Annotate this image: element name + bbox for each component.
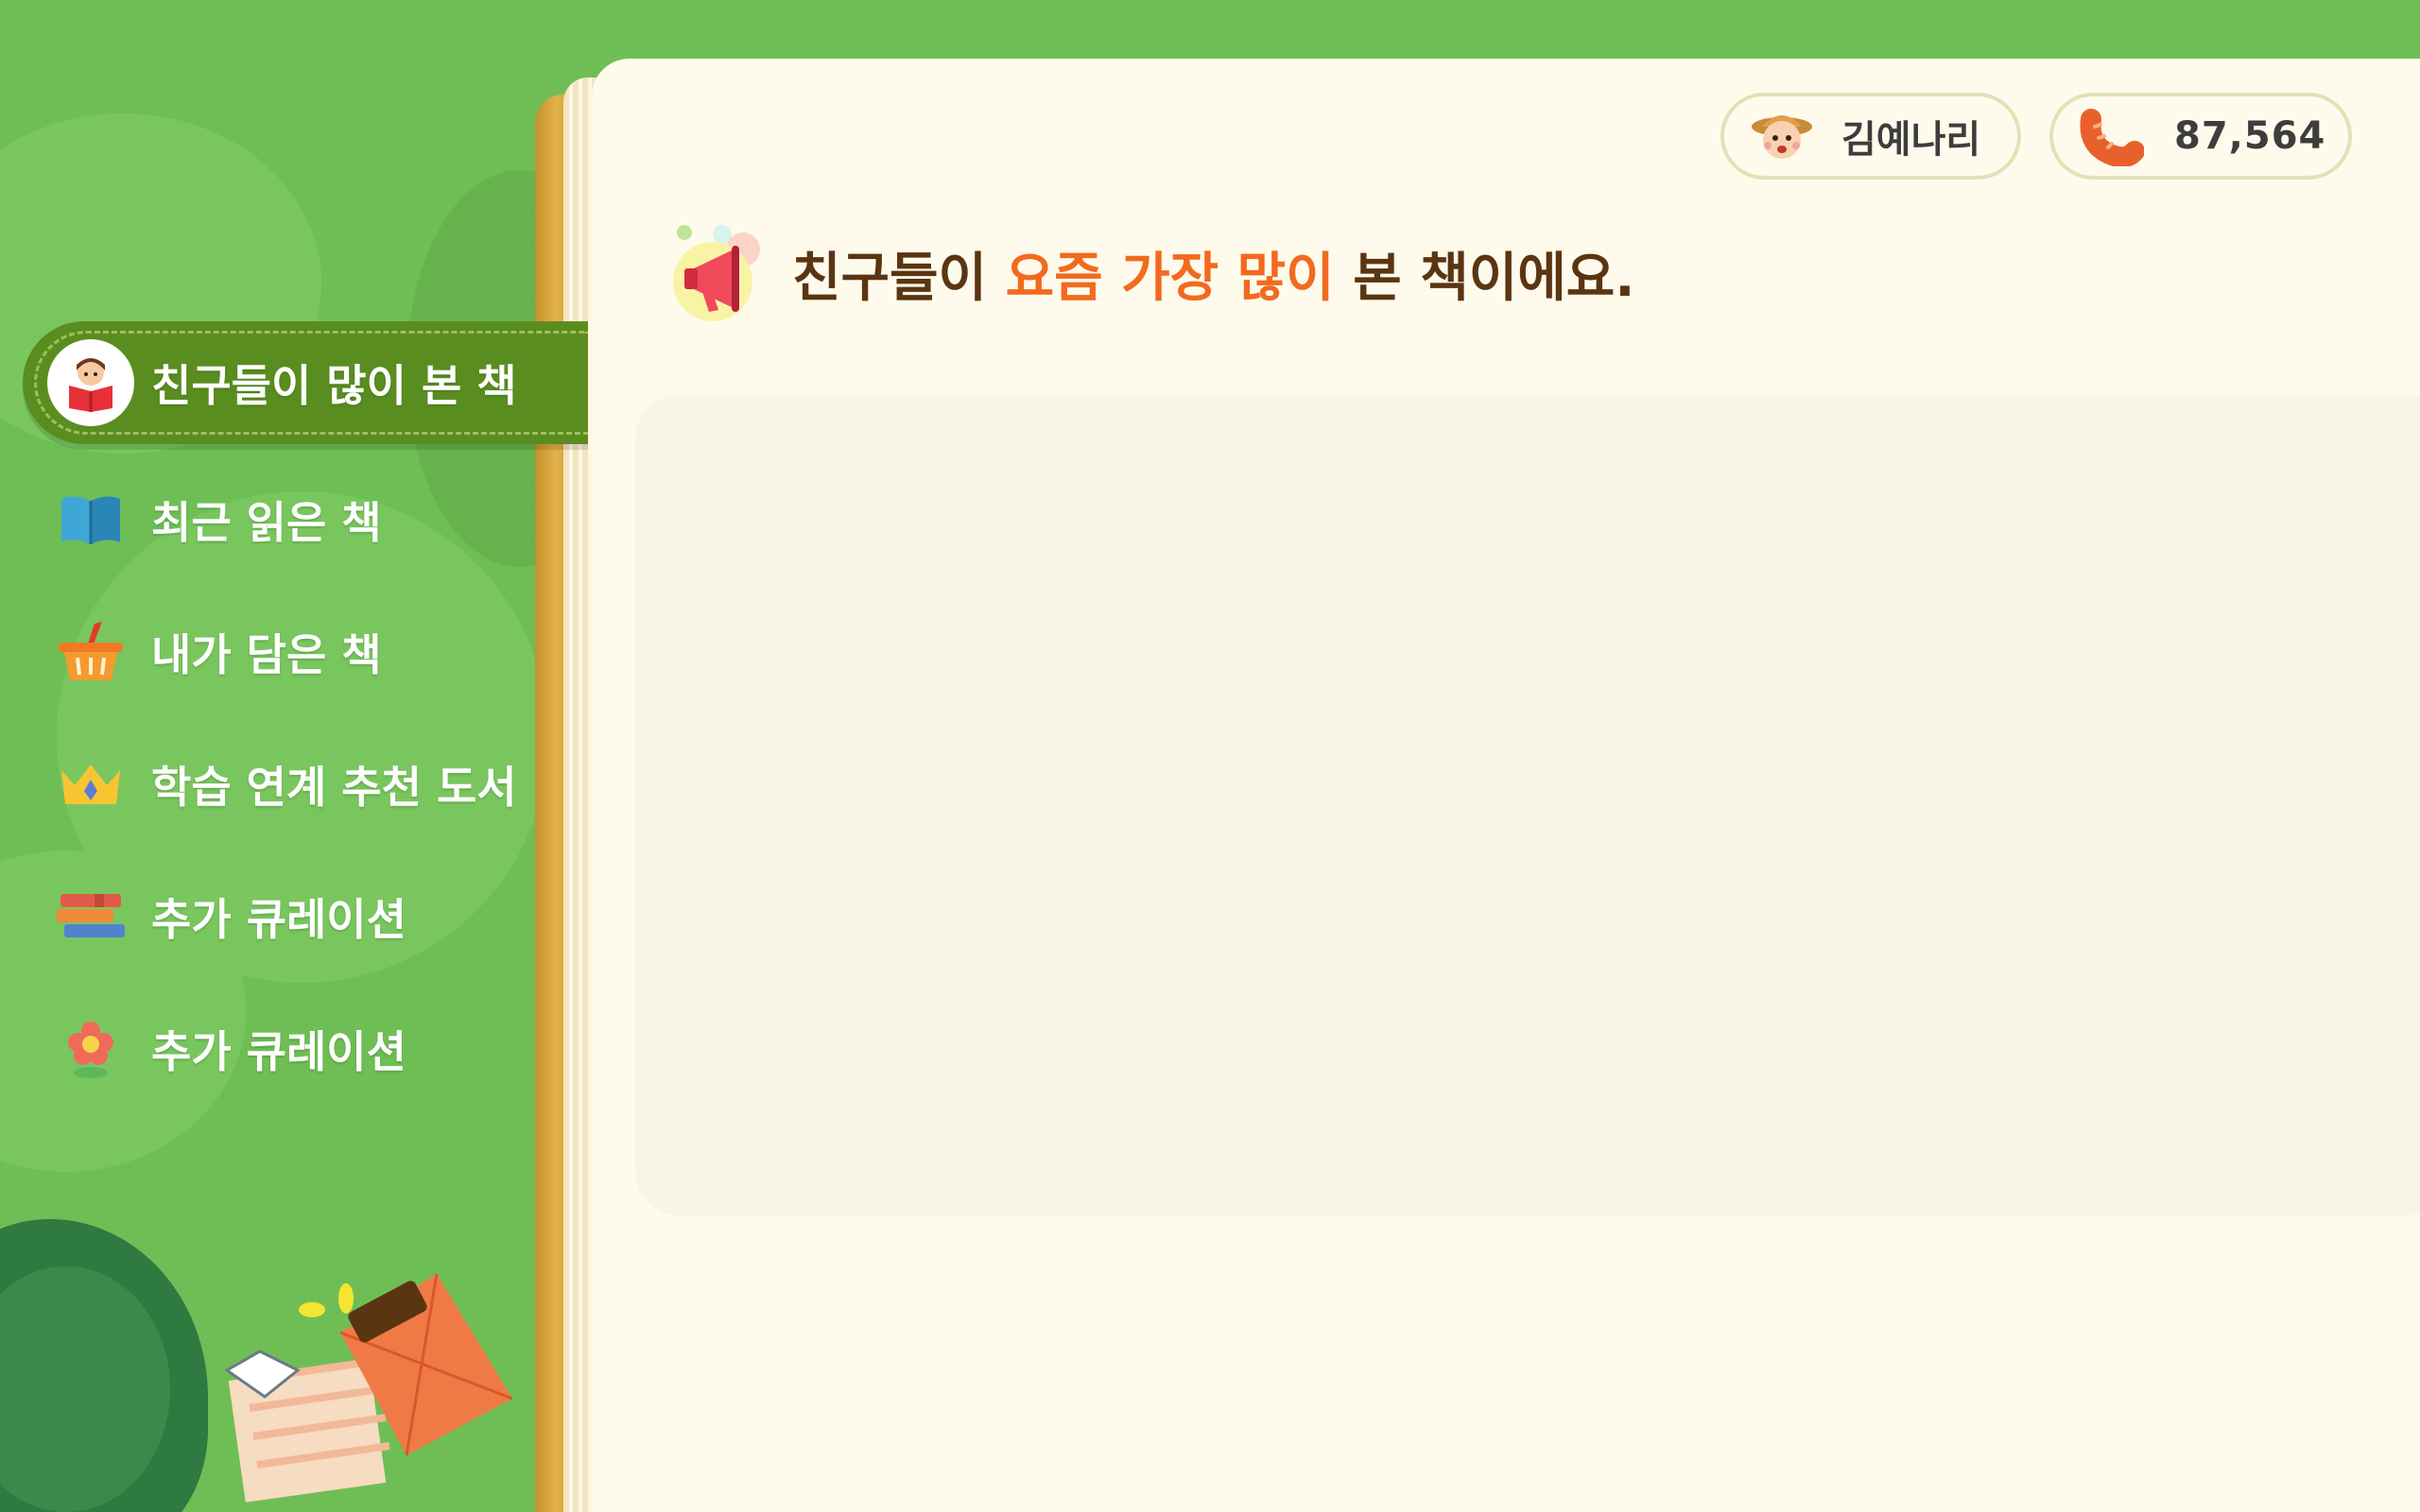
open-book-icon <box>57 486 125 554</box>
sidebar-item-curation-2[interactable]: 추가 큐레이션 <box>0 983 605 1115</box>
book-list-panel <box>635 395 2420 1215</box>
boy-avatar-icon <box>1749 108 1815 166</box>
sidebar-item-recent[interactable]: 최근 읽은 책 <box>0 454 605 586</box>
sidebar-item-label: 최근 읽은 책 <box>151 497 382 548</box>
sidebar-item-label: 추가 큐레이션 <box>151 894 406 945</box>
heading-text-prefix: 친구들이 <box>792 247 1006 309</box>
picnic-illustration <box>224 1273 513 1503</box>
flower-icon <box>57 1015 125 1083</box>
points-value: 87,564 <box>2174 114 2326 158</box>
section-heading: 친구들이 요즘 가장 많이 본 책이에요. <box>667 221 1635 325</box>
sidebar-nav: 친구들이 많이 본 책 최근 읽은 책 내가 담은 책 학습 연계 추천 도서 … <box>0 321 605 1115</box>
heading-text-suffix: 본 책이에요. <box>1334 247 1635 309</box>
sausage-icon <box>2078 108 2145 168</box>
sidebar-item-curation-1[interactable]: 추가 큐레이션 <box>0 850 605 983</box>
megaphone-icon <box>667 221 771 325</box>
book-stack-icon <box>57 883 125 951</box>
sidebar-item-label: 학습 연계 추천 도서 <box>151 762 517 813</box>
user-profile-chip[interactable]: 김예나리 <box>1720 93 2021 180</box>
sidebar-item-learning-recommend[interactable]: 학습 연계 추천 도서 <box>0 718 605 850</box>
sidebar-item-most-read[interactable]: 친구들이 많이 본 책 <box>0 321 605 444</box>
sidebar-item-label: 내가 담은 책 <box>151 629 382 680</box>
app-screen: 친구들이 많이 본 책 최근 읽은 책 내가 담은 책 학습 연계 추천 도서 … <box>0 0 2420 1512</box>
page-title: 친구들이 요즘 가장 많이 본 책이에요. <box>792 235 1635 312</box>
user-name: 김예나리 <box>1841 118 1981 162</box>
sidebar-item-label: 친구들이 많이 본 책 <box>151 360 517 411</box>
heading-text-highlight: 요즘 가장 많이 <box>1005 247 1335 309</box>
sidebar-item-label: 추가 큐레이션 <box>151 1026 406 1077</box>
crown-icon <box>57 750 125 818</box>
basket-icon <box>57 618 125 686</box>
reading-kid-icon <box>47 339 134 426</box>
points-chip[interactable]: 87,564 <box>2049 93 2352 180</box>
sidebar-item-saved[interactable]: 내가 담은 책 <box>0 586 605 718</box>
